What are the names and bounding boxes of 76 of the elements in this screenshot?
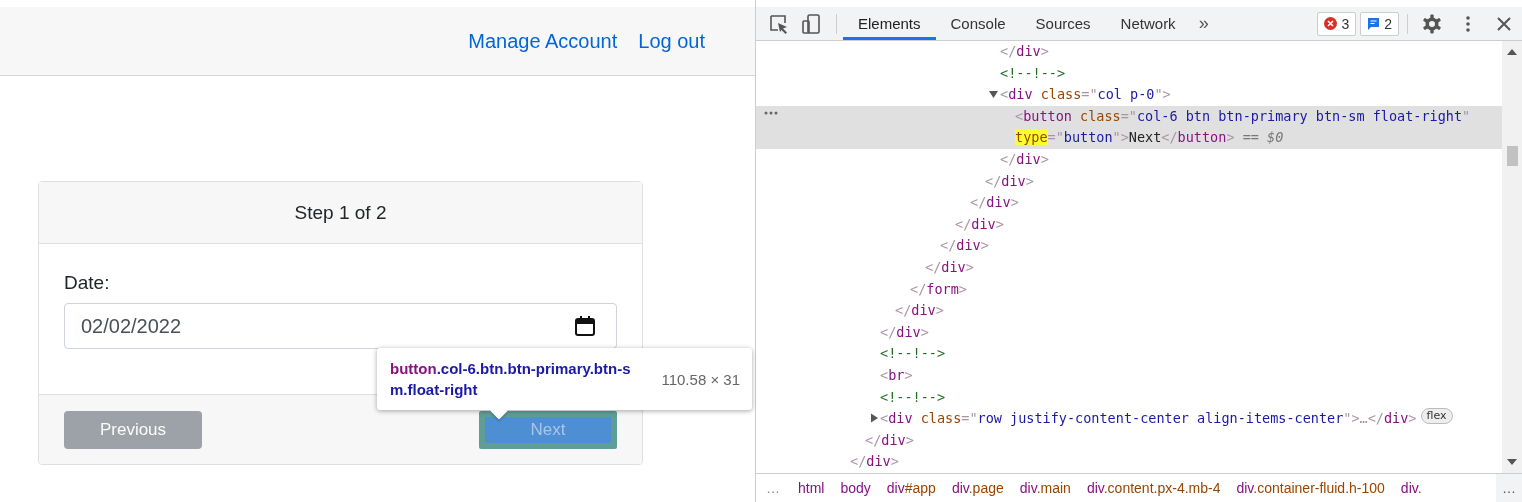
- node-row[interactable]: </div>: [756, 170, 1502, 193]
- inspect-cursor-icon[interactable]: [768, 12, 790, 35]
- node-row[interactable]: <!--!-->: [756, 62, 1502, 85]
- node-row[interactable]: </div>: [756, 148, 1502, 171]
- selected-node-row[interactable]: <button class="col-6 btn btn-primary btn-sm float-right" type="button">Next</button> == $0: [756, 105, 1502, 149]
- breadcrumb-item[interactable]: div.container-fluid.h-100: [1228, 480, 1393, 496]
- message-count-button[interactable]: 2: [1360, 11, 1399, 36]
- node-row[interactable]: <div class="col p-0">: [756, 84, 1502, 106]
- node-row[interactable]: <!--!-->: [756, 386, 1502, 409]
- code-line[interactable]: </div>: [865, 429, 914, 452]
- devtools-tab[interactable]: Elements: [843, 7, 936, 40]
- breadcrumb-item[interactable]: div.main: [1011, 480, 1079, 496]
- code-line[interactable]: <div class="row justify-content-center align-items-center">…</div>: [880, 408, 1417, 430]
- settings-icon[interactable]: [1422, 13, 1442, 34]
- code-line[interactable]: </div>: [1000, 148, 1049, 171]
- error-count-button[interactable]: 3: [1317, 11, 1357, 36]
- more-options-icon[interactable]: [764, 109, 778, 116]
- code-line[interactable]: </div>: [940, 235, 989, 257]
- devtools-tab[interactable]: Network: [1105, 7, 1191, 40]
- breadcrumb-item[interactable]: body: [832, 480, 879, 496]
- breadcrumb-item[interactable]: div.: [1392, 480, 1430, 496]
- element-selector-label: button.col-6.btn.btn-primary.btn-sm.float-right: [390, 359, 632, 400]
- code-line[interactable]: </div>: [880, 321, 929, 344]
- card-title: Step 1 of 2: [39, 182, 642, 244]
- node-row[interactable]: </div>: [756, 213, 1502, 236]
- code-line[interactable]: <br>: [880, 364, 913, 387]
- date-value: 02/02/2022: [81, 314, 182, 338]
- more-tabs-button[interactable]: »: [1190, 13, 1217, 34]
- node-row[interactable]: </div>: [756, 256, 1502, 279]
- code-line[interactable]: </form>: [910, 278, 967, 301]
- code-line[interactable]: <!--!-->: [1000, 62, 1066, 85]
- node-row[interactable]: </div>: [756, 321, 1502, 344]
- code-line[interactable]: </div>: [850, 451, 899, 473]
- code-line[interactable]: </div>: [895, 300, 944, 322]
- node-row[interactable]: </div>: [756, 300, 1502, 322]
- node-row[interactable]: </div>: [756, 429, 1502, 452]
- code-line[interactable]: </div>: [970, 192, 1019, 214]
- breadcrumb-item[interactable]: html: [790, 480, 833, 496]
- node-row[interactable]: </div>: [756, 192, 1502, 214]
- node-row[interactable]: <br>: [756, 364, 1502, 387]
- node-row[interactable]: </form>: [756, 278, 1502, 301]
- breadcrumb-overflow[interactable]: …: [756, 480, 790, 496]
- breadcrumb-overflow[interactable]: …: [1496, 474, 1522, 502]
- breadcrumb-item[interactable]: div.page: [943, 480, 1012, 496]
- code-line[interactable]: </div>: [985, 170, 1034, 193]
- error-icon: [1324, 17, 1338, 30]
- element-size-label: 110.58 × 31: [661, 370, 740, 388]
- message-icon: [1367, 17, 1381, 30]
- device-toggle-icon[interactable]: [800, 12, 822, 35]
- expanded-triangle-icon[interactable]: [988, 89, 1000, 100]
- code-line[interactable]: <div class="col p-0">: [1000, 84, 1171, 106]
- scrollbar-thumb[interactable]: [1506, 146, 1518, 166]
- devtools-tab[interactable]: Console: [935, 7, 1021, 40]
- scrollbar[interactable]: [1502, 41, 1522, 473]
- code-line[interactable]: <button class="col-6 btn btn-primary btn-sm float-right" type="button">Next</button> == $0: [1015, 105, 1482, 149]
- node-row[interactable]: <!--!-->: [756, 343, 1502, 365]
- code-line[interactable]: </div>: [955, 213, 1004, 236]
- devtools-tab[interactable]: Sources: [1020, 7, 1106, 40]
- nav-link[interactable]: Log out: [638, 29, 705, 53]
- code-line[interactable]: <!--!-->: [880, 343, 946, 365]
- breadcrumb-item[interactable]: div#app: [878, 480, 944, 496]
- scroll-up-icon[interactable]: [1507, 49, 1517, 55]
- node-row[interactable]: </div>: [756, 451, 1502, 473]
- code-line[interactable]: </div>: [1000, 41, 1049, 63]
- scroll-down-icon[interactable]: [1507, 459, 1517, 465]
- code-line[interactable]: <!--!-->: [880, 386, 946, 409]
- code-line[interactable]: </div>: [925, 256, 974, 279]
- calendar-icon[interactable]: [574, 315, 596, 337]
- collapsed-triangle-icon[interactable]: [868, 413, 880, 424]
- node-row[interactable]: </div>: [756, 41, 1502, 63]
- node-row[interactable]: <div class="row justify-content-center align-items-center">…</div> flex: [756, 408, 1502, 430]
- date-label: Date:: [64, 272, 111, 294]
- nav-link[interactable]: Manage Account: [468, 29, 618, 53]
- breadcrumb-item[interactable]: div.content.px-4.mb-4: [1078, 480, 1229, 496]
- flex-badge[interactable]: flex: [1420, 408, 1453, 425]
- node-row[interactable]: </div>: [756, 235, 1502, 257]
